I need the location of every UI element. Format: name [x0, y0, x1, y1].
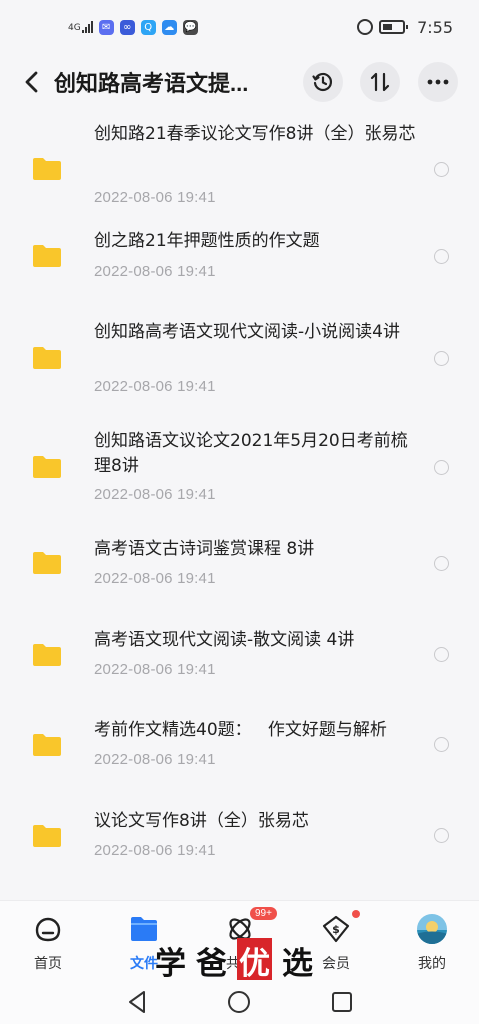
- notification-badge: 99+: [250, 907, 277, 920]
- history-clock-icon: [312, 72, 332, 92]
- history-button[interactable]: [303, 62, 343, 102]
- list-item[interactable]: 创知路高考语文现代文阅读-小说阅读4讲 2022-08-06 19:41: [0, 318, 479, 408]
- vip-icon: $: [322, 915, 350, 943]
- sort-button[interactable]: [360, 62, 400, 102]
- select-radio[interactable]: [434, 162, 449, 177]
- watermark-char-highlight: 优: [237, 937, 272, 983]
- system-recents-icon[interactable]: [328, 988, 356, 1016]
- status-time: 7:55: [417, 17, 453, 37]
- file-name: 创知路21春季议论文写作8讲（全）张易芯: [94, 124, 416, 144]
- status-right: 7:55: [357, 18, 453, 37]
- back-button[interactable]: [12, 62, 52, 102]
- file-name: 创知路高考语文现代文阅读-小说阅读4讲: [94, 322, 400, 342]
- more-button[interactable]: [418, 62, 458, 102]
- page-title: 创知路高考语文提...: [54, 71, 249, 96]
- watermark-char: 爸: [196, 945, 227, 982]
- folder-icon: [33, 158, 61, 180]
- list-item[interactable]: 创知路语文议论文2021年5月20日考前梳理8讲 2022-08-06 19:4…: [0, 427, 479, 517]
- more-dots-icon: [427, 79, 449, 85]
- avatar: [417, 914, 447, 944]
- select-radio[interactable]: [434, 737, 449, 752]
- watermark: 学 爸 优 选: [155, 937, 313, 983]
- list-item[interactable]: 高考语文古诗词鉴赏课程 8讲 2022-08-06 19:41: [0, 535, 479, 625]
- signal-icon: 4G: [68, 21, 93, 33]
- file-name: 创之路21年押题性质的作文题: [94, 231, 320, 251]
- select-radio[interactable]: [434, 351, 449, 366]
- svg-text:$: $: [332, 923, 340, 936]
- folder-icon: [33, 245, 61, 267]
- nav-label-me: 我的: [418, 956, 446, 972]
- file-name: 考前作文精选40题： 作文好题与解析: [94, 720, 387, 740]
- system-navigation-bar: [0, 980, 479, 1024]
- file-date: 2022-08-06 19:41: [94, 378, 216, 395]
- file-date: 2022-08-06 19:41: [94, 486, 216, 503]
- file-name: 高考语文古诗词鉴赏课程 8讲: [94, 539, 315, 559]
- file-date: 2022-08-06 19:41: [94, 570, 216, 587]
- file-name: 高考语文现代文阅读-散文阅读 4讲: [94, 630, 355, 650]
- link-app-icon: ∞: [119, 19, 135, 35]
- list-item[interactable]: 考前作文精选40题： 作文好题与解析 2022-08-06 19:41: [0, 716, 479, 806]
- watermark-char: 选: [282, 945, 313, 982]
- file-date: 2022-08-06 19:41: [94, 189, 216, 206]
- alarm-icon: [357, 19, 374, 35]
- chat-app-icon: 💬: [182, 19, 198, 35]
- folder-icon: [33, 825, 61, 847]
- nav-item-me[interactable]: 我的: [392, 911, 472, 975]
- file-date: 2022-08-06 19:41: [94, 661, 216, 678]
- file-date: 2022-08-06 19:41: [94, 263, 216, 280]
- select-radio[interactable]: [434, 556, 449, 571]
- system-back-icon[interactable]: [124, 988, 152, 1016]
- list-item[interactable]: 议论文写作8讲（全）张易芯 2022-08-06 19:41: [0, 807, 479, 897]
- status-left: 4G ✉ ∞ Q ☁ 💬: [68, 19, 198, 35]
- file-name: 议论文写作8讲（全）张易芯: [94, 811, 309, 831]
- cloud-app-icon: ☁: [161, 19, 177, 35]
- folder-icon: [33, 552, 61, 574]
- list-item[interactable]: 创之路21年押题性质的作文题 2022-08-06 19:41: [0, 223, 479, 313]
- home-icon: [35, 917, 61, 942]
- search-app-icon: Q: [140, 19, 156, 35]
- select-radio[interactable]: [434, 647, 449, 662]
- system-home-icon[interactable]: [225, 988, 253, 1016]
- notification-dot: [352, 910, 360, 918]
- list-item[interactable]: 创知路21春季议论文写作8讲（全）张易芯 2022-08-06 19:41: [0, 120, 479, 210]
- select-radio[interactable]: [434, 249, 449, 264]
- battery-icon: [379, 20, 409, 34]
- file-date: 2022-08-06 19:41: [94, 842, 216, 859]
- nav-label-home: 首页: [34, 956, 62, 972]
- select-radio[interactable]: [434, 460, 449, 475]
- folder-icon: [33, 734, 61, 756]
- sort-arrows-icon: [370, 72, 390, 92]
- list-item[interactable]: 高考语文现代文阅读-散文阅读 4讲 2022-08-06 19:41: [0, 626, 479, 716]
- watermark-char: 学: [155, 945, 186, 982]
- network-type-label: 4G: [68, 23, 81, 33]
- nav-item-home[interactable]: 首页: [8, 911, 88, 975]
- folder-icon: [33, 644, 61, 666]
- file-date: 2022-08-06 19:41: [94, 751, 216, 768]
- file-name: 创知路语文议论文2021年5月20日考前梳理8讲: [94, 431, 408, 476]
- folder-icon: [33, 347, 61, 369]
- back-arrow-icon: [25, 71, 38, 93]
- select-radio[interactable]: [434, 828, 449, 843]
- messages-app-icon: ✉: [98, 19, 114, 35]
- header-bar: 创知路高考语文提...: [0, 54, 479, 110]
- folder-icon: [33, 456, 61, 478]
- status-bar: 4G ✉ ∞ Q ☁ 💬 7:55: [0, 0, 479, 54]
